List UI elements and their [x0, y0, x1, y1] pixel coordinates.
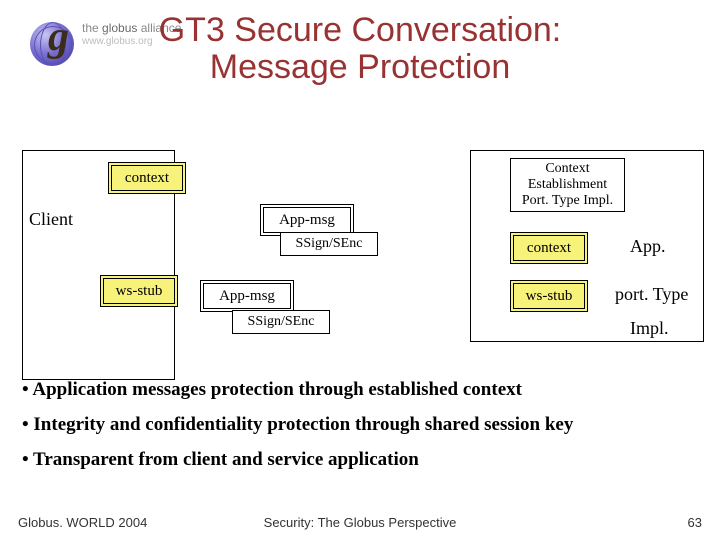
server-context-box: context — [510, 232, 588, 264]
diagram: Client context ws-stub App-msg SSign/SEn… — [0, 140, 720, 350]
footer-page: 63 — [688, 515, 702, 530]
title-line-1: GT3 Secure Conversation: — [159, 11, 562, 49]
slide: g the globus alliance www.globus.org GT3… — [0, 0, 720, 540]
client-label: Client — [29, 209, 73, 230]
bullet-list: • Application messages protection throug… — [22, 380, 698, 485]
client-wsstub-box: ws-stub — [100, 275, 178, 307]
app-msg-box-2: App-msg — [200, 280, 294, 312]
porttype-label: port. Type — [615, 284, 688, 305]
context-establishment-box: Context Establishment Port. Type Impl. — [510, 158, 625, 212]
bullet-2: • Integrity and confidentiality protecti… — [22, 415, 698, 434]
bullet-3: • Transparent from client and service ap… — [22, 450, 698, 469]
ssign-senc-box-2: SSign/SEnc — [232, 310, 330, 334]
footer-center: Security: The Globus Perspective — [0, 515, 720, 530]
app-label: App. — [630, 236, 666, 257]
impl-label: Impl. — [630, 318, 669, 339]
slide-title: GT3 Secure Conversation: Message Protect… — [0, 12, 720, 87]
ssign-senc-box-1: SSign/SEnc — [280, 232, 378, 256]
server-wsstub-box: ws-stub — [510, 280, 588, 312]
client-context-box: context — [108, 162, 186, 194]
title-line-2: Message Protection — [210, 48, 511, 86]
bullet-1: • Application messages protection throug… — [22, 380, 698, 399]
